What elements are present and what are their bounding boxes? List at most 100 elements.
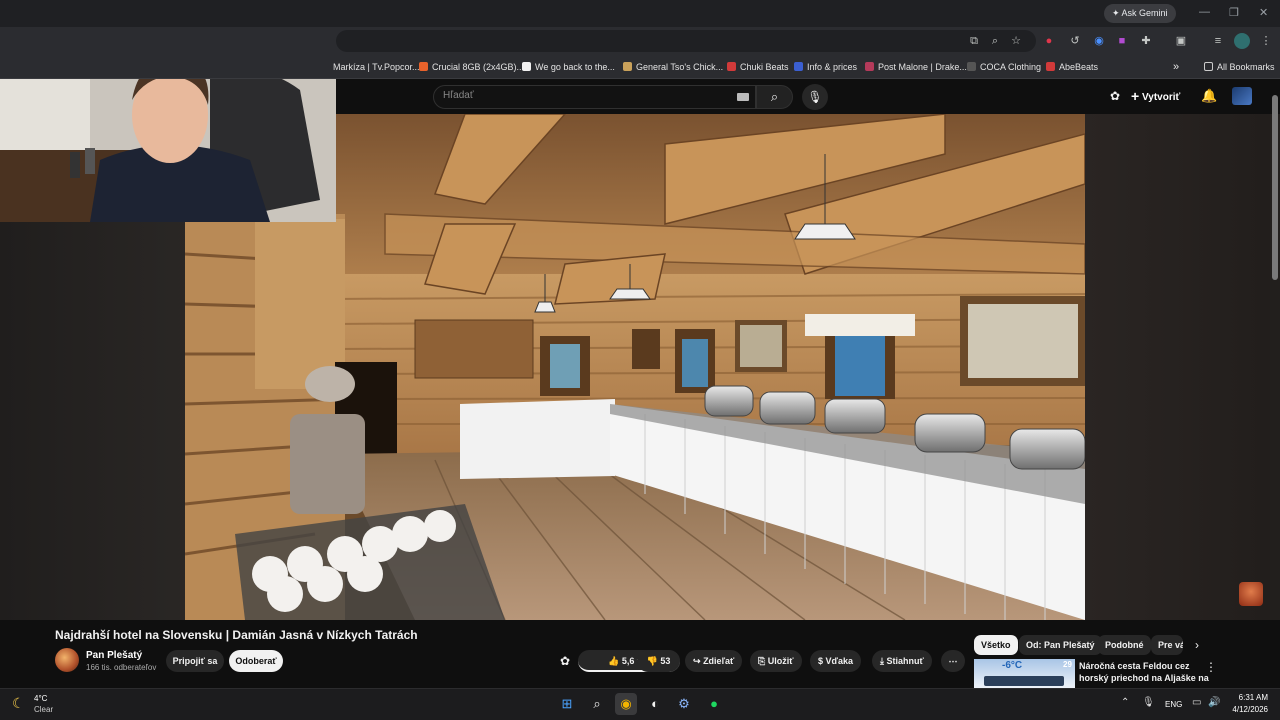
media-icon[interactable]: ≡ (1210, 33, 1226, 49)
spotify-app-icon[interactable]: ● (703, 693, 725, 715)
extensions-puzzle-icon[interactable]: ✚ (1138, 33, 1154, 49)
subscriber-count: 166 tis. odberateľov (86, 663, 157, 672)
clock-time[interactable]: 6:31 AM (1232, 693, 1268, 702)
bookmark-favicon-icon (623, 62, 632, 71)
recommendation-badge: 29 (1063, 660, 1072, 669)
chip-for-you[interactable]: Pre vás (1151, 635, 1183, 655)
cast-icon[interactable]: ⧉ (966, 33, 982, 49)
extension-gear-icon[interactable]: ✿ (1110, 89, 1120, 103)
browser-titlebar (0, 0, 1280, 27)
chip-all[interactable]: Všetko (974, 635, 1018, 655)
bookmark-label: Post Malone | Drake... (878, 62, 967, 72)
save-button[interactable]: ⎘ Uložiť (750, 650, 802, 672)
weather-description: Clear (34, 705, 54, 714)
weather-temperature[interactable]: 4°C (34, 694, 47, 703)
keyboard-icon[interactable] (737, 93, 749, 101)
tray-overflow-icon[interactable]: ⌃ (1121, 697, 1129, 708)
page-scrollbar[interactable] (1272, 95, 1278, 280)
recommendation-thumbnail[interactable]: -6°C (974, 659, 1075, 688)
bookmark-item[interactable]: We go back to the... (522, 55, 615, 79)
subscribe-button[interactable]: Odoberať (229, 650, 283, 672)
dislike-count: 53 (660, 656, 671, 666)
search-button[interactable]: ⌕ (756, 85, 793, 109)
clock-date[interactable]: 4/12/2026 (1226, 705, 1268, 714)
dislike-button[interactable]: 👎 53 (637, 650, 680, 672)
save-label: Uložiť (767, 656, 794, 666)
moon-weather-icon[interactable]: ☾ (12, 695, 25, 712)
language-indicator[interactable]: ENG (1165, 700, 1182, 709)
more-actions-icon[interactable]: ⋯ (941, 650, 965, 672)
bookmark-item[interactable]: Post Malone | Drake... (865, 55, 967, 79)
join-button[interactable]: Pripojiť sa (166, 650, 224, 672)
chips-next-icon[interactable]: › (1195, 638, 1199, 652)
bookmarks-overflow-icon[interactable]: » (1173, 55, 1179, 79)
video-title: Najdrahší hotel na Slovensku | Damián Ja… (55, 628, 418, 642)
thanks-label: Vďaka (825, 656, 854, 666)
download-button[interactable]: ⤓ Stiahnuť (872, 650, 932, 672)
app-icon[interactable]: ◐ (644, 693, 666, 715)
bookmark-item[interactable]: Chuki Beats (727, 55, 789, 79)
share-icon: ↪ (693, 656, 701, 666)
chrome-app-icon[interactable]: ◉ (615, 693, 637, 715)
save-icon: ⎘ (758, 656, 766, 666)
search-input[interactable] (433, 85, 756, 109)
ask-gemini-button[interactable]: ✦ Ask Gemini (1104, 4, 1176, 23)
close-icon[interactable]: ✕ (1259, 6, 1268, 19)
chip-related[interactable]: Podobné (1098, 635, 1151, 655)
create-button[interactable]: + Vytvoriť (1131, 88, 1180, 104)
bookmark-item[interactable]: Markíza | Tv.Popcor... (333, 55, 420, 79)
extension-gear-icon[interactable]: ✿ (560, 654, 570, 668)
folder-icon (1204, 62, 1213, 71)
notifications-bell-icon[interactable]: 🔔 (1201, 88, 1217, 104)
zoom-icon[interactable]: ⌕ (987, 33, 1003, 49)
bookmark-favicon-icon (794, 62, 803, 71)
bookmark-item[interactable]: General Tso's Chick... (623, 55, 723, 79)
plus-icon: + (1131, 88, 1140, 104)
bookmark-favicon-icon (967, 62, 976, 71)
extension-arrow-icon[interactable]: ↺ (1067, 33, 1083, 49)
ask-gemini-label: Ask Gemini (1121, 8, 1168, 18)
bookmark-label: Chuki Beats (740, 62, 789, 72)
voice-search-button[interactable]: 🎙 (802, 84, 828, 110)
maximize-icon[interactable]: ❐ (1229, 6, 1239, 19)
bookmark-favicon-icon (727, 62, 736, 71)
thumbs-down-icon: 👎 (646, 656, 658, 666)
bookmark-item[interactable]: Crucial 8GB (2x4GB)... (419, 55, 524, 79)
bookmark-label: COCA Clothing (980, 62, 1042, 72)
taskbar-search-icon[interactable]: ⌕ (586, 693, 608, 715)
bookmark-label: General Tso's Chick... (636, 62, 724, 72)
chip-from-channel[interactable]: Od: Pan Plešatý (1019, 635, 1102, 655)
bookmark-favicon-icon (1046, 62, 1055, 71)
bookmark-favicon-icon (865, 62, 874, 71)
extension-red-icon[interactable]: ● (1041, 33, 1057, 49)
thanks-button[interactable]: $ Vďaka (810, 650, 862, 672)
steam-app-icon[interactable]: ⚙ (673, 693, 695, 715)
all-bookmarks-label: All Bookmarks (1217, 62, 1275, 72)
bookmark-item[interactable]: Info & prices (794, 55, 857, 79)
bookmark-star-icon[interactable]: ☆ (1008, 33, 1024, 49)
thumbnail-truck (984, 676, 1064, 686)
browser-menu-icon[interactable]: ⋮ (1258, 33, 1274, 49)
microphone-tray-icon[interactable]: 🎙 (1142, 697, 1155, 708)
network-icon[interactable]: ▭ (1192, 697, 1201, 708)
search-placeholder: Hľadať (443, 90, 474, 101)
bookmark-favicon-icon (522, 62, 531, 71)
profile-avatar-icon[interactable] (1234, 33, 1250, 49)
bookmark-item[interactable]: COCA Clothing (967, 55, 1041, 79)
bookmark-favicon-icon (419, 62, 428, 71)
all-bookmarks-button[interactable]: All Bookmarks (1204, 55, 1275, 79)
address-bar[interactable] (336, 30, 1036, 52)
extension-audio-icon[interactable]: ◉ (1091, 33, 1107, 49)
start-menu-icon[interactable]: ⊞ (556, 693, 578, 715)
bookmark-item[interactable]: AbeBeats (1046, 55, 1098, 79)
recommendation-menu-icon[interactable]: ⋮ (1205, 660, 1217, 674)
volume-icon[interactable]: 🔊 (1208, 697, 1220, 708)
channel-avatar[interactable] (55, 648, 79, 672)
split-view-icon[interactable]: ▣ (1173, 33, 1189, 49)
extension-purple-icon[interactable]: ■ (1114, 33, 1130, 49)
channel-name[interactable]: Pan Plešatý (86, 650, 142, 661)
account-avatar[interactable] (1232, 87, 1252, 105)
minimize-icon[interactable]: — (1199, 6, 1210, 18)
share-button[interactable]: ↪ Zdieľať (685, 650, 743, 672)
thumbs-up-icon: 👍 (608, 656, 620, 666)
